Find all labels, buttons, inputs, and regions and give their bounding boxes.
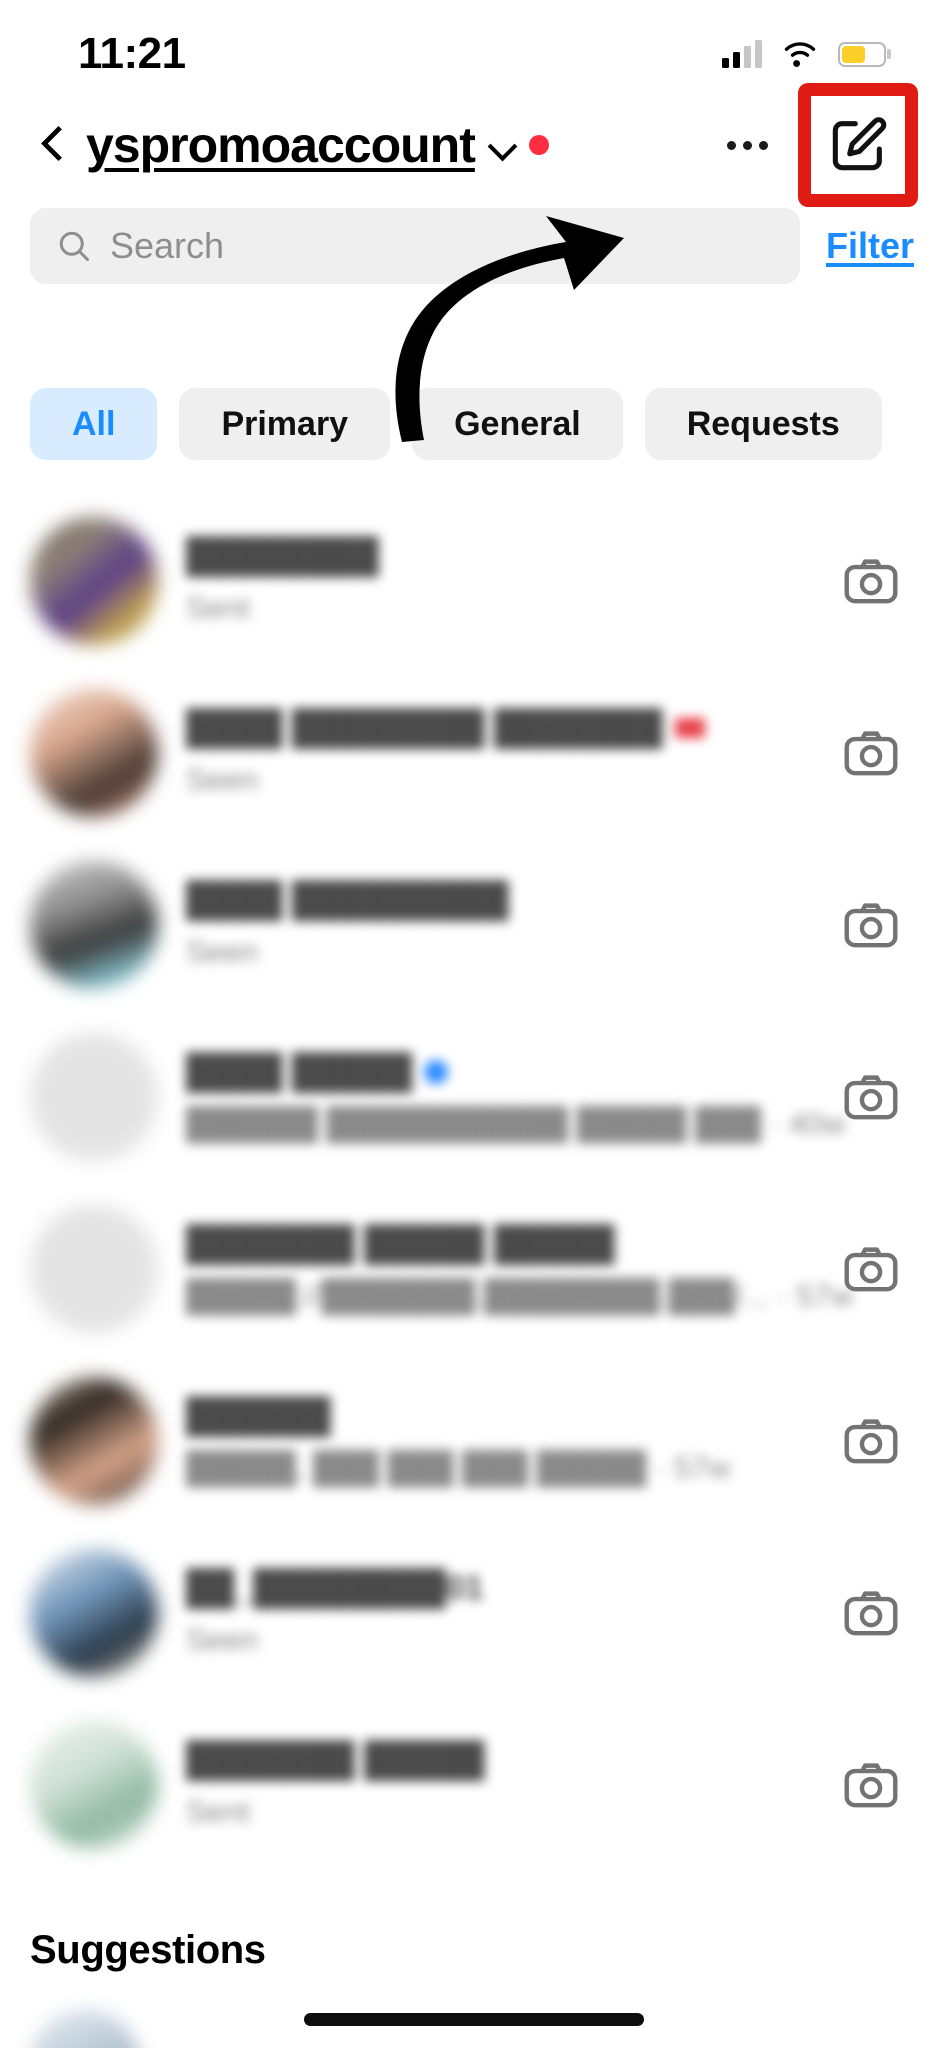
back-chevron-icon[interactable] <box>30 122 76 168</box>
more-horizontal-icon[interactable] <box>727 140 768 150</box>
avatar <box>30 861 158 989</box>
conversation-preview: Seen <box>186 761 259 797</box>
conversation-text: ████ █████ ██████ ███████████ █████ ███ … <box>186 1053 846 1142</box>
conversation-row[interactable]: ███████ █████ █████ █████://███████.████… <box>0 1183 948 1355</box>
camera-icon[interactable] <box>840 894 902 956</box>
flag-badge-icon <box>674 718 705 738</box>
chevron-down-icon[interactable] <box>487 130 517 160</box>
conversation-row[interactable]: ████████ Sent <box>0 495 948 667</box>
wifi-icon <box>784 42 816 67</box>
verified-badge-icon <box>424 1060 449 1084</box>
conversation-text: ███████ █████ Sent <box>186 1741 812 1830</box>
filter-link[interactable]: Filter <box>826 225 918 267</box>
conversation-preview: █████://███████.████████.███/... · 57w <box>186 1277 854 1313</box>
notification-dot-badge <box>528 135 549 155</box>
conversation-text: ███████ █████ █████ █████://███████.████… <box>186 1224 854 1314</box>
conversation-row[interactable]: ██████ █████, ███ ███ ███ █████ · 57w <box>0 1355 948 1527</box>
conversation-name: ████████ <box>186 536 379 575</box>
conversation-name: ████ █████████ <box>186 880 509 919</box>
camera-icon[interactable] <box>840 1410 902 1472</box>
conversation-preview: █████, ███ ███ ███ █████ · 57w <box>186 1449 731 1485</box>
camera-icon[interactable] <box>840 550 902 612</box>
battery-icon <box>838 41 886 67</box>
conversation-text: ██_████████01 Seen <box>186 1569 812 1658</box>
conversation-row[interactable]: ██_████████01 Seen <box>0 1527 948 1699</box>
conversation-preview: Sent <box>186 589 250 625</box>
conversation-preview: Seen <box>186 1621 259 1657</box>
inbox-tabs: All Primary General Requests <box>0 385 948 463</box>
conversation-name: ██████ <box>186 1396 331 1435</box>
home-indicator <box>304 2013 644 2026</box>
conversation-name: ████ █████ <box>186 1053 812 1092</box>
conversation-preview: ██████ ███████████ █████ ███ · 40w <box>186 1105 846 1141</box>
conversation-row[interactable]: ████ ████████ ███████ Seen <box>0 667 948 839</box>
avatar <box>30 1721 158 1849</box>
red-highlight-box <box>798 83 918 207</box>
tab-primary[interactable]: Primary <box>179 388 391 460</box>
account-name-label[interactable]: yspromoaccount <box>86 116 476 174</box>
avatar <box>30 2010 140 2048</box>
avatar <box>30 1377 158 1505</box>
conversation-name: ██_████████01 <box>186 1568 484 1607</box>
conversation-row[interactable]: ███████ █████ Sent <box>0 1699 948 1871</box>
cellular-signal-icon <box>722 40 762 68</box>
tab-all[interactable]: All <box>30 388 158 460</box>
avatar <box>30 1549 158 1677</box>
conversation-name: ███████ █████ <box>186 1740 485 1779</box>
status-bar-time: 11:21 <box>78 29 186 78</box>
avatar <box>30 1033 158 1161</box>
conversation-text: ████████ Sent <box>186 537 812 626</box>
camera-icon[interactable] <box>840 722 902 784</box>
conversation-preview: Sent <box>186 1793 250 1829</box>
conversation-list: ████████ Sent ████ ████████ ███████ Seen <box>0 495 948 1871</box>
camera-icon[interactable] <box>840 1754 902 1816</box>
conversation-row[interactable]: ████ █████ ██████ ███████████ █████ ███ … <box>0 1011 948 1183</box>
avatar <box>30 1205 158 1333</box>
camera-icon[interactable] <box>840 1582 902 1644</box>
suggestions-heading: Suggestions <box>30 1928 266 1972</box>
tab-requests[interactable]: Requests <box>644 388 882 460</box>
avatar <box>30 689 158 817</box>
conversation-row[interactable]: ████ █████████ Seen <box>0 839 948 1011</box>
tab-general[interactable]: General <box>412 388 623 460</box>
navigation-header: yspromoaccount <box>0 83 948 207</box>
conversation-name: ████ ████████ ███████ <box>186 709 812 748</box>
conversation-name: ███████ █████ █████ <box>186 1224 615 1263</box>
status-bar: 11:21 <box>0 0 948 90</box>
avatar <box>30 517 158 645</box>
suggestion-list-item[interactable] <box>30 2010 140 2048</box>
instagram-direct-messages-screen: 11:21 yspromoaccount Search Filter All P… <box>0 0 948 2048</box>
search-placeholder: Search <box>110 225 225 266</box>
conversation-text: ████ ████████ ███████ Seen <box>186 709 812 798</box>
camera-icon[interactable] <box>840 1066 902 1128</box>
compose-message-button[interactable] <box>798 83 918 207</box>
status-bar-indicators <box>722 39 886 69</box>
search-icon <box>59 231 89 261</box>
search-row: Search Filter <box>0 200 948 292</box>
conversation-text: ██████ █████, ███ ███ ███ █████ · 57w <box>186 1397 812 1486</box>
conversation-preview: Seen <box>186 933 259 969</box>
conversation-text: ████ █████████ Seen <box>186 881 812 970</box>
search-input[interactable]: Search <box>30 208 800 284</box>
